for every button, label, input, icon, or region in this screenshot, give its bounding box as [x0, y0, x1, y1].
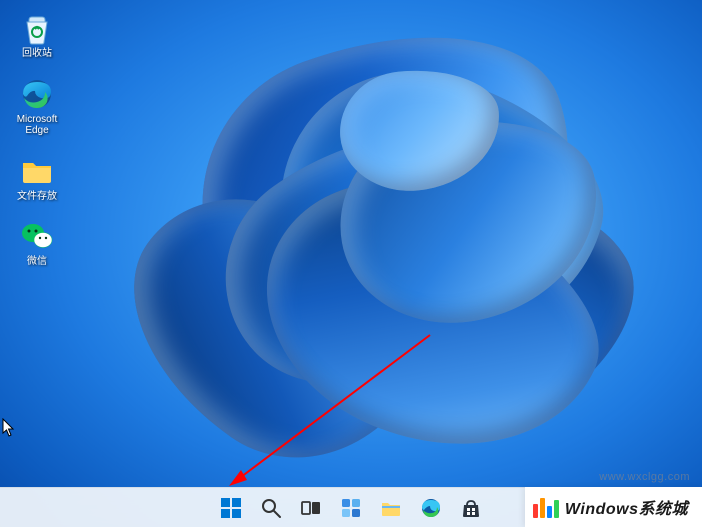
desktop-icon-wechat[interactable]: 微信 [8, 216, 66, 270]
desktop-icon-label: 文件存放 [17, 191, 57, 203]
wallpaper-bloom [80, 0, 700, 490]
annotation-arrow [225, 330, 435, 490]
desktop-icon-microsoft-edge[interactable]: Microsoft Edge [8, 74, 66, 139]
desktop-icon-label: 回收站 [22, 48, 52, 60]
task-view-icon [300, 497, 322, 519]
task-view-button[interactable] [293, 490, 329, 526]
edge-button[interactable] [413, 490, 449, 526]
desktop-icon-label: 微信 [27, 256, 47, 268]
search-icon [260, 497, 282, 519]
windows-logo-icon [220, 497, 242, 519]
desktop-icon-label: Microsoft Edge [10, 114, 64, 137]
wechat-icon [19, 218, 55, 254]
desktop[interactable]: 回收站 [0, 0, 702, 527]
folder-icon [19, 153, 55, 189]
edge-icon [420, 497, 442, 519]
file-explorer-button[interactable] [373, 490, 409, 526]
widgets-icon [340, 497, 362, 519]
desktop-icon-recycle-bin[interactable]: 回收站 [8, 8, 66, 62]
desktop-icons: 回收站 [8, 8, 66, 270]
watermark-text: Windows系统城 [565, 495, 688, 519]
watermark-brand: Windows系统城 [525, 487, 702, 527]
watermark-logo-icon [533, 496, 559, 518]
search-button[interactable] [253, 490, 289, 526]
widgets-button[interactable] [333, 490, 369, 526]
edge-icon [19, 76, 55, 112]
watermark-url: www.wxclgg.com [599, 471, 690, 483]
mouse-cursor [2, 418, 16, 438]
file-explorer-icon [380, 497, 402, 519]
store-button[interactable] [453, 490, 489, 526]
start-button[interactable] [213, 490, 249, 526]
recycle-bin-icon [19, 10, 55, 46]
store-icon [460, 497, 482, 519]
desktop-icon-file-storage[interactable]: 文件存放 [8, 151, 66, 205]
